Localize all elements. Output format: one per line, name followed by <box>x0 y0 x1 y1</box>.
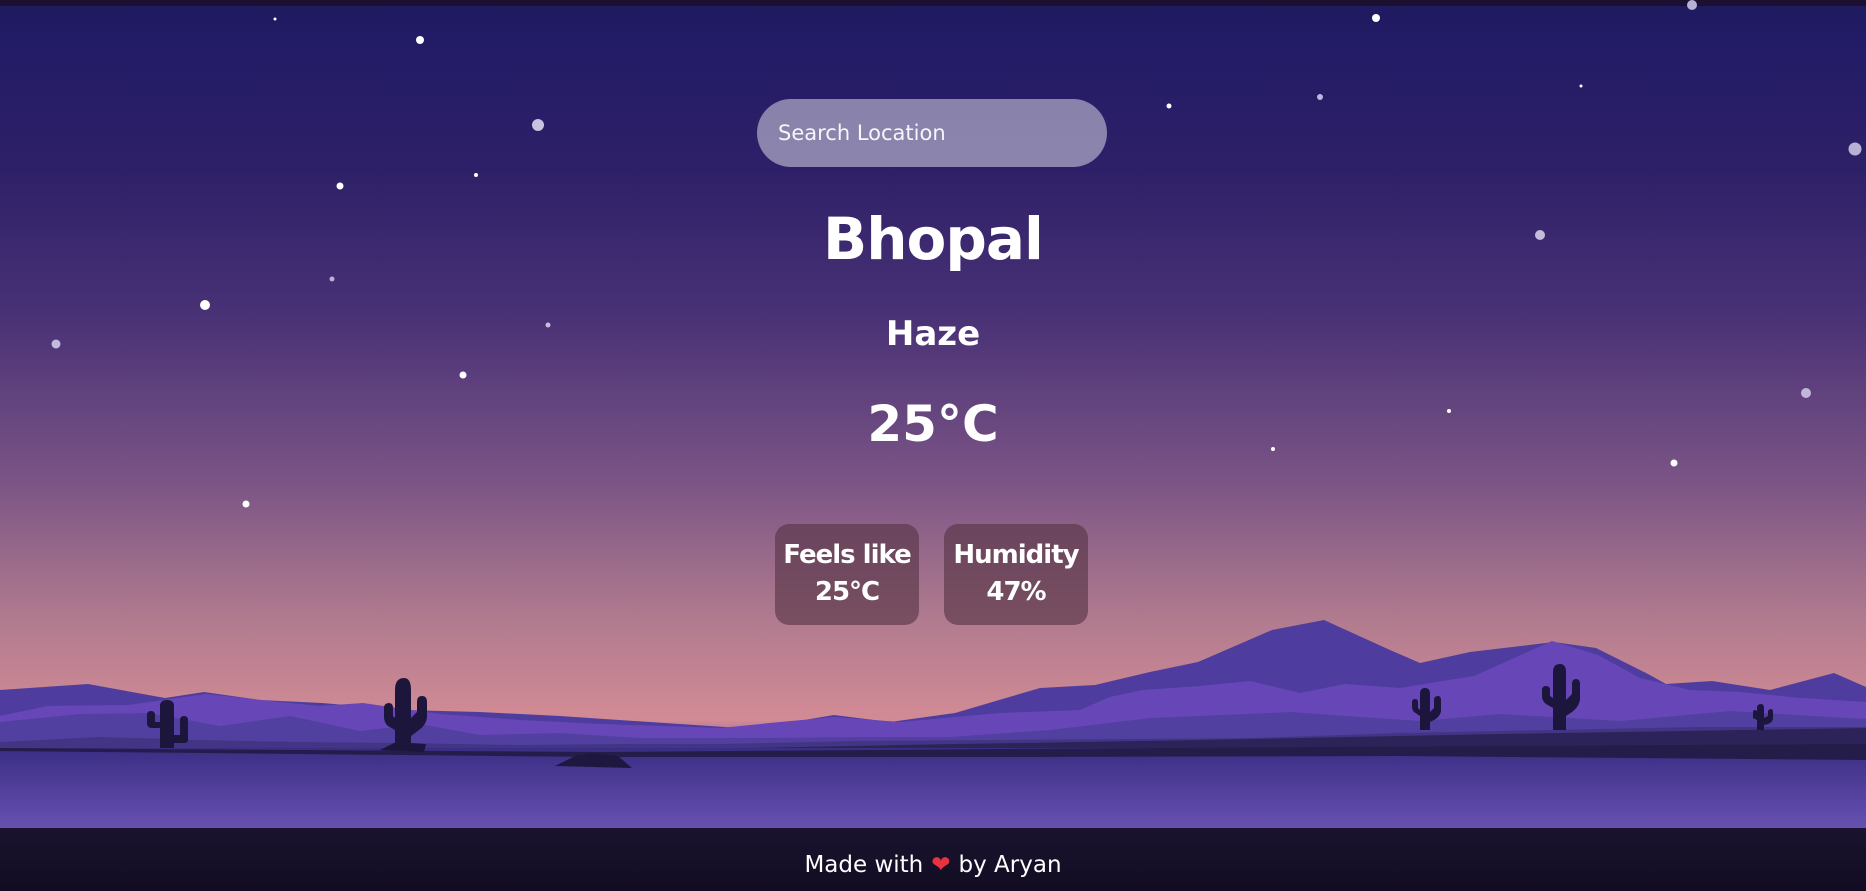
search-bar[interactable] <box>757 99 1107 167</box>
temperature: 25°C <box>867 395 999 453</box>
feels-like-label: Feels like <box>783 540 911 570</box>
weather-condition: Haze <box>885 314 981 354</box>
footer-author: by Aryan <box>958 852 1062 878</box>
search-input[interactable] <box>776 120 1090 146</box>
humidity-value: 47% <box>986 577 1046 607</box>
heart-icon: ❤ <box>931 852 951 878</box>
humidity-card: Humidity 47% <box>944 524 1088 625</box>
mountains <box>0 620 1866 760</box>
ground <box>0 744 1866 833</box>
footer-prefix: Made with <box>804 852 924 878</box>
humidity-label: Humidity <box>953 540 1079 570</box>
weather-app: Bhopal Haze 25°C Feels like 25°C Humidit… <box>0 0 1866 891</box>
city-name: Bhopal <box>823 205 1044 273</box>
footer: Made with ❤ by Aryan <box>0 828 1866 891</box>
feels-like-value: 25°C <box>814 577 880 607</box>
feels-like-card: Feels like 25°C <box>775 524 919 625</box>
